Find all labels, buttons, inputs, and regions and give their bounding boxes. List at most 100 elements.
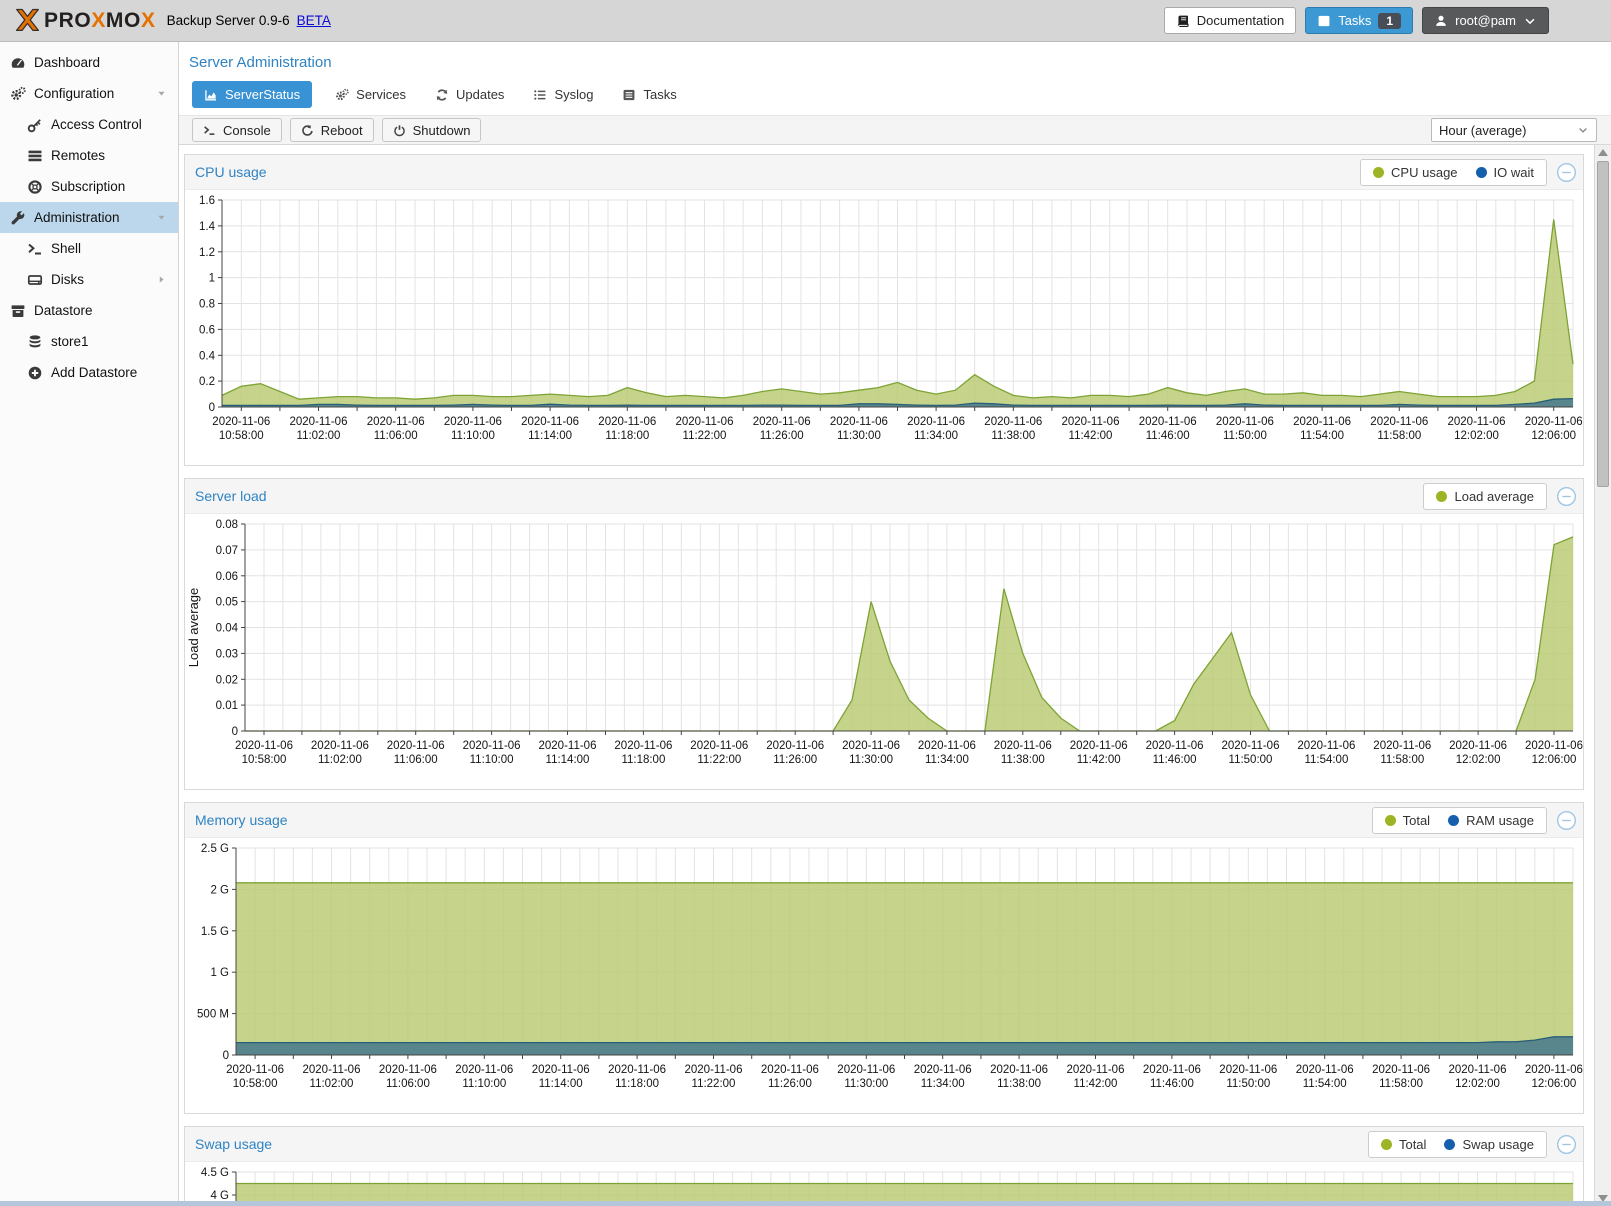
- legend-item-io-wait: IO wait: [1476, 165, 1534, 180]
- key-icon: [27, 117, 43, 133]
- svg-text:12:02:00: 12:02:00: [1455, 1078, 1500, 1090]
- svg-text:11:30:00: 11:30:00: [844, 1078, 888, 1090]
- scrollbar-thumb[interactable]: [1597, 161, 1609, 487]
- console-button[interactable]: Console: [192, 118, 282, 142]
- documentation-button[interactable]: Documentation: [1164, 7, 1296, 34]
- tasks-button[interactable]: Tasks 1: [1305, 7, 1413, 34]
- sidebar-item-label: Access Control: [51, 117, 142, 132]
- svg-text:1.4: 1.4: [199, 221, 216, 233]
- chevron-down-icon[interactable]: [156, 212, 167, 223]
- sidebar-item-label: Configuration: [34, 86, 114, 101]
- svg-text:11:10:00: 11:10:00: [451, 430, 495, 442]
- svg-text:2020-11-06: 2020-11-06: [830, 416, 888, 428]
- svg-text:2020-11-06: 2020-11-06: [226, 1064, 284, 1076]
- svg-text:11:38:00: 11:38:00: [991, 430, 1035, 442]
- sidebar-item-administration[interactable]: Administration: [0, 202, 178, 233]
- timeframe-value: Hour (average): [1439, 123, 1577, 138]
- collapse-panel-icon[interactable]: [1556, 486, 1577, 507]
- svg-text:11:50:00: 11:50:00: [1226, 1078, 1270, 1090]
- reboot-button[interactable]: Reboot: [290, 118, 374, 142]
- chart-legend: TotalSwap usage: [1368, 1131, 1547, 1158]
- sidebar-item-configuration[interactable]: Configuration: [0, 78, 178, 109]
- svg-text:11:10:00: 11:10:00: [462, 1078, 506, 1090]
- svg-text:2020-11-06: 2020-11-06: [1139, 416, 1197, 428]
- svg-text:0.01: 0.01: [216, 700, 238, 712]
- svg-text:11:06:00: 11:06:00: [386, 1078, 430, 1090]
- shutdown-button[interactable]: Shutdown: [382, 118, 482, 142]
- svg-text:1 G: 1 G: [210, 967, 229, 979]
- scroll-up-arrow[interactable]: [1598, 149, 1608, 156]
- collapse-panel-icon[interactable]: [1556, 1134, 1577, 1155]
- sidebar-item-label: Administration: [34, 210, 120, 225]
- svg-text:2020-11-06: 2020-11-06: [1370, 416, 1428, 428]
- database-icon: [27, 334, 43, 350]
- collapse-panel-icon[interactable]: [1556, 162, 1577, 183]
- sidebar-item-remotes[interactable]: Remotes: [0, 140, 178, 171]
- svg-text:11:30:00: 11:30:00: [837, 430, 881, 442]
- svg-text:2020-11-06: 2020-11-06: [608, 1064, 666, 1076]
- svg-text:11:58:00: 11:58:00: [1377, 430, 1421, 442]
- sidebar-item-store1[interactable]: store1: [0, 326, 178, 357]
- svg-text:2020-11-06: 2020-11-06: [212, 416, 270, 428]
- svg-text:11:54:00: 11:54:00: [1300, 430, 1344, 442]
- svg-text:2020-11-06: 2020-11-06: [367, 416, 425, 428]
- svg-text:0.08: 0.08: [216, 519, 238, 531]
- svg-text:0: 0: [209, 402, 215, 414]
- panel-body: 00.010.020.030.040.050.060.070.082020-11…: [185, 514, 1583, 790]
- svg-text:11:10:00: 11:10:00: [470, 754, 514, 766]
- svg-text:2020-11-06: 2020-11-06: [753, 416, 811, 428]
- svg-text:11:46:00: 11:46:00: [1146, 430, 1190, 442]
- sidebar-item-disks[interactable]: Disks: [0, 264, 178, 295]
- sidebar-item-add-datastore[interactable]: Add Datastore: [0, 357, 178, 388]
- tab-syslog[interactable]: Syslog: [527, 81, 599, 108]
- svg-text:2020-11-06: 2020-11-06: [532, 1064, 590, 1076]
- svg-text:2020-11-06: 2020-11-06: [1373, 740, 1431, 752]
- svg-text:2020-11-06: 2020-11-06: [1293, 416, 1351, 428]
- svg-text:2020-11-06: 2020-11-06: [1449, 1064, 1507, 1076]
- tab-serverstatus[interactable]: ServerStatus: [192, 81, 312, 108]
- main-content: Server Administration ServerStatusServic…: [179, 42, 1611, 1206]
- svg-text:12:02:00: 12:02:00: [1454, 430, 1499, 442]
- sidebar-item-label: Remotes: [51, 148, 105, 163]
- chevron-down-icon[interactable]: [156, 88, 167, 99]
- user-menu-button[interactable]: root@pam: [1422, 7, 1549, 34]
- tab-tasks[interactable]: Tasks: [616, 81, 682, 108]
- legend-dot: [1444, 1139, 1455, 1150]
- svg-text:2020-11-06: 2020-11-06: [1216, 416, 1274, 428]
- svg-text:1.5 G: 1.5 G: [201, 926, 229, 938]
- svg-text:2020-11-06: 2020-11-06: [311, 740, 369, 752]
- svg-text:4.5 G: 4.5 G: [201, 1167, 229, 1179]
- svg-text:12:06:00: 12:06:00: [1532, 1078, 1577, 1090]
- sidebar-item-datastore[interactable]: Datastore: [0, 295, 178, 326]
- panel-title: Server load: [195, 488, 267, 504]
- chart-legend: CPU usageIO wait: [1360, 159, 1547, 186]
- svg-text:11:18:00: 11:18:00: [615, 1078, 659, 1090]
- svg-text:11:26:00: 11:26:00: [768, 1078, 812, 1090]
- collapse-panel-icon[interactable]: [1556, 810, 1577, 831]
- tab-services[interactable]: Services: [329, 81, 412, 108]
- sidebar-item-subscription[interactable]: Subscription: [0, 171, 178, 202]
- svg-text:2.5 G: 2.5 G: [201, 843, 229, 855]
- vertical-scrollbar[interactable]: [1594, 145, 1611, 1206]
- beta-link[interactable]: BETA: [297, 13, 331, 28]
- sidebar-item-dashboard[interactable]: Dashboard: [0, 47, 178, 78]
- tab-updates[interactable]: Updates: [429, 81, 510, 108]
- svg-text:11:22:00: 11:22:00: [697, 754, 741, 766]
- dashboard-icon: [10, 55, 26, 71]
- refresh-icon: [435, 88, 449, 102]
- svg-text:2020-11-06: 2020-11-06: [766, 740, 824, 752]
- svg-text:0.2: 0.2: [199, 376, 215, 388]
- undo-icon: [301, 124, 314, 137]
- svg-text:11:50:00: 11:50:00: [1229, 754, 1273, 766]
- archive-icon: [10, 303, 26, 319]
- svg-text:11:42:00: 11:42:00: [1069, 430, 1113, 442]
- svg-text:10:58:00: 10:58:00: [219, 430, 264, 442]
- sidebar-item-shell[interactable]: Shell: [0, 233, 178, 264]
- legend-dot: [1476, 167, 1487, 178]
- tasks-count-badge: 1: [1378, 13, 1401, 29]
- svg-text:11:26:00: 11:26:00: [760, 430, 804, 442]
- panel-title: Memory usage: [195, 812, 288, 828]
- svg-text:2020-11-06: 2020-11-06: [455, 1064, 513, 1076]
- timeframe-select[interactable]: Hour (average): [1431, 118, 1597, 142]
- sidebar-item-access-control[interactable]: Access Control: [0, 109, 178, 140]
